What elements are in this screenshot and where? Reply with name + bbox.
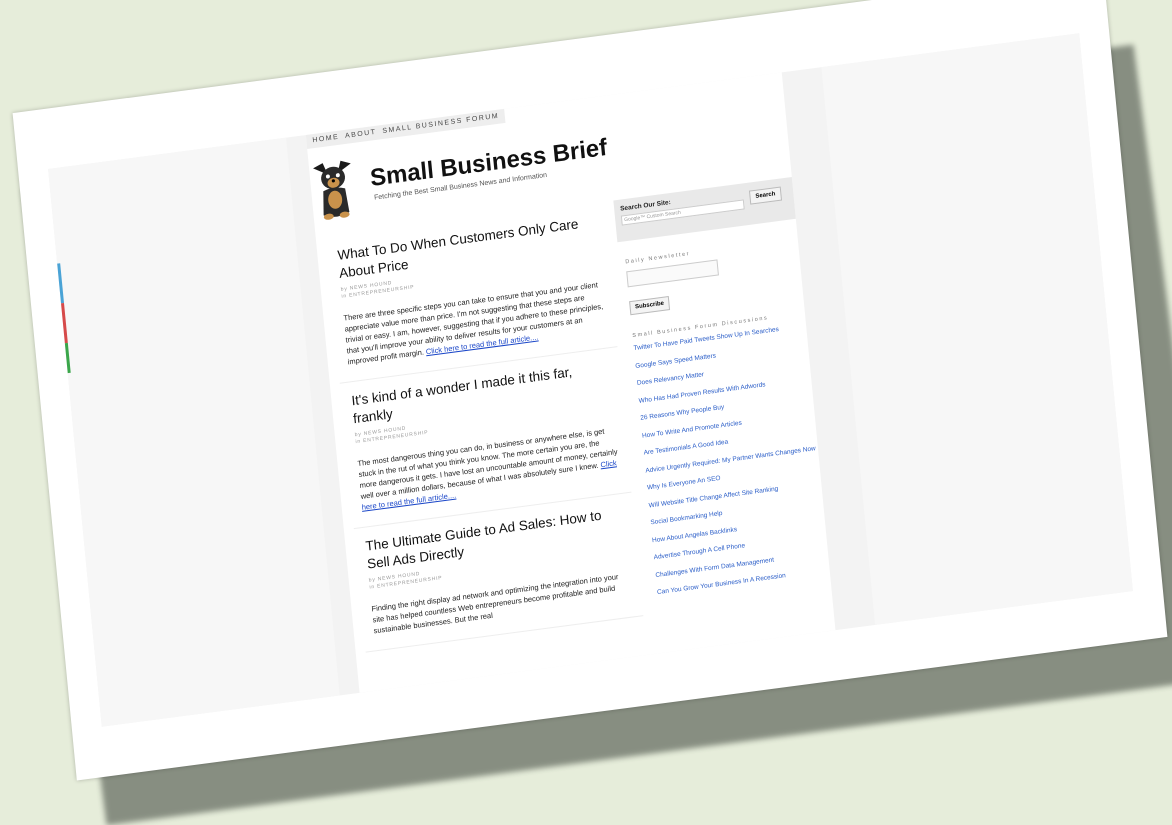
dog-logo-icon[interactable] (309, 157, 361, 225)
accent-line-blue (57, 263, 64, 304)
subscribe-button[interactable]: Subscribe (629, 296, 671, 316)
forum-links: Twitter To Have Paid Tweets Show Up In S… (627, 322, 830, 597)
website-page: HOME ABOUT SMALL BUSINESS FORUM Small Bu… (305, 72, 836, 693)
nav-about[interactable]: ABOUT (345, 126, 378, 144)
search-button[interactable]: Search (748, 186, 783, 205)
newsletter-email-input[interactable] (626, 259, 719, 288)
sidebar: Search Our Site: Google™ Custom Search S… (613, 176, 831, 607)
accent-line-green (64, 342, 71, 374)
browser-viewport: HOME ABOUT SMALL BUSINESS FORUM Small Bu… (48, 33, 1133, 727)
nav-home[interactable]: HOME (312, 131, 340, 148)
right-gutter (821, 33, 1133, 625)
accent-line-red (61, 303, 68, 344)
post-list: What To Do When Customers Only Care Abou… (325, 201, 644, 653)
nav-forum[interactable]: SMALL BUSINESS FORUM (382, 110, 500, 139)
left-gutter (48, 137, 340, 727)
